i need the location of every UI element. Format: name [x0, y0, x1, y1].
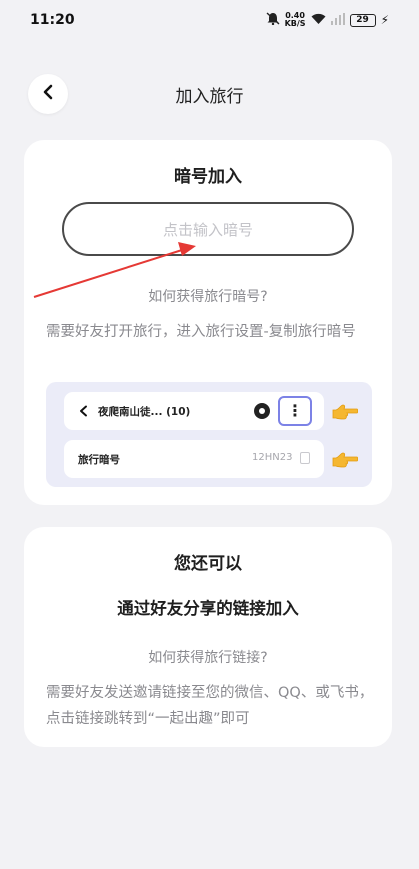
demo-more-icon: ⋮: [278, 396, 312, 426]
page-title: 加入旅行: [175, 87, 244, 107]
net-speed-unit: KB/S: [284, 19, 306, 28]
battery-level: 29: [356, 15, 369, 25]
demo-trip-header: 夜爬南山徒... (10) ⋮: [64, 392, 324, 430]
code-input-placeholder: 点击输入暗号: [162, 220, 253, 239]
join-by-code-card: 暗号加入 点击输入暗号 如何获得旅行暗号? 需要好友打开旅行，进入旅行设置-复制…: [24, 140, 392, 505]
battery-icon: 29: [349, 13, 376, 27]
link-hint-text: 需要好友发送邀请链接至您的微信、QQ、或飞书，点击链接跳转到“一起出趣”即可: [46, 685, 374, 727]
status-icons: 0.40 KB/S 29 ⚡: [266, 12, 389, 28]
code-input[interactable]: 点击输入暗号: [62, 202, 354, 256]
demo-code-value: 12HN23: [252, 452, 293, 463]
status-time: 11:20: [30, 12, 75, 28]
link-card-title: 您还可以: [174, 554, 242, 574]
demo-trip-name: 夜爬南山徒... (10): [98, 405, 191, 418]
network-speed-icon: 0.40 KB/S: [285, 12, 306, 28]
join-by-link-card: 您还可以 通过好友分享的链接加入 如何获得旅行链接? 需要好友发送邀请链接至您的…: [24, 527, 392, 747]
link-card-subtitle: 通过好友分享的链接加入: [117, 599, 299, 618]
code-hint-text: 需要好友打开旅行，进入旅行设置-复制旅行暗号: [46, 324, 356, 340]
mute-icon: [266, 12, 280, 28]
wifi-icon: [311, 13, 326, 28]
code-hint-title: 如何获得旅行暗号?: [148, 289, 268, 305]
pointing-hand-icon: [332, 404, 358, 420]
demo-code-row: 旅行暗号 12HN23: [64, 440, 324, 478]
charging-icon: ⚡: [380, 13, 389, 27]
signal-icon: [330, 12, 345, 28]
status-bar: 11:20 0.40 KB/S 29 ⚡: [0, 0, 419, 40]
demo-code-label: 旅行暗号: [78, 453, 120, 466]
demo-chevron-left-icon: [80, 405, 87, 417]
code-demo-illustration: 夜爬南山徒... (10) ⋮ 旅行暗号 12HN23: [46, 382, 372, 487]
nav-bar: 加入旅行: [0, 66, 419, 118]
demo-location-icon: [254, 403, 270, 419]
demo-copy-icon: [300, 452, 310, 464]
link-hint-title: 如何获得旅行链接?: [148, 650, 268, 666]
join-card-title: 暗号加入: [174, 167, 242, 187]
pointing-hand-icon: [332, 452, 358, 468]
